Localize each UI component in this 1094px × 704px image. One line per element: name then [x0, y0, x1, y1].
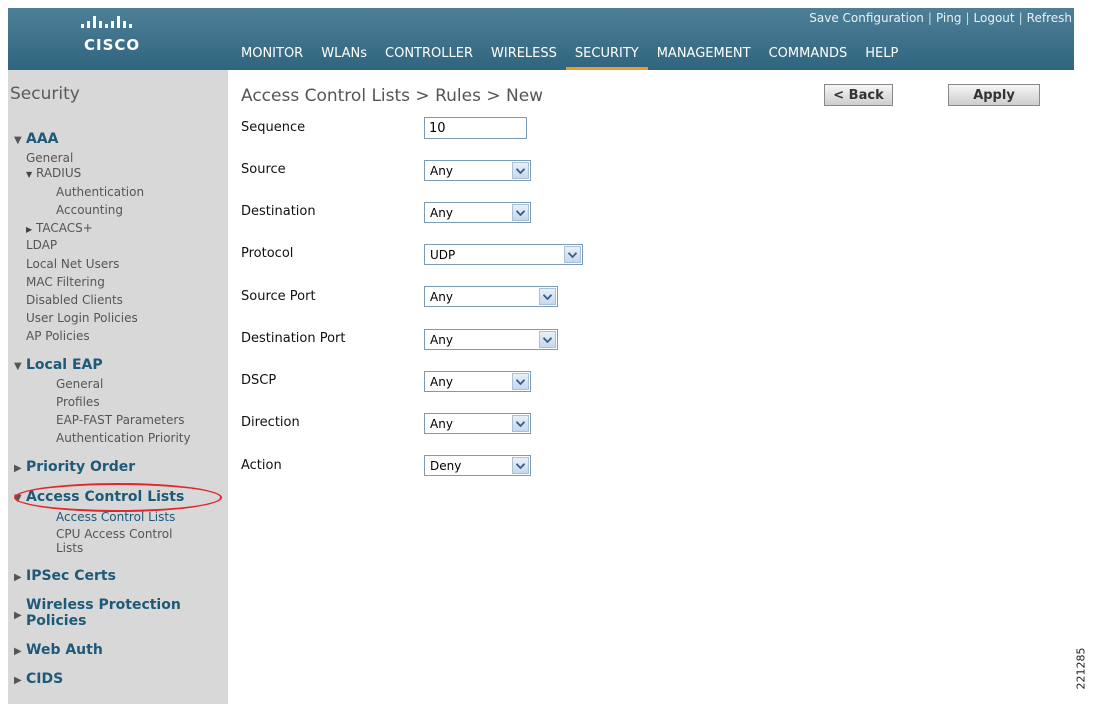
dropdown-arrow-icon	[512, 373, 529, 390]
sidebar-section-aaa[interactable]: ▼ AAA	[14, 131, 59, 147]
direction-select[interactable]: Any	[424, 413, 531, 434]
dropdown-arrow-icon	[512, 415, 529, 432]
sidebar-item-mac-filtering[interactable]: MAC Filtering	[26, 275, 105, 289]
utility-links: Save Configuration | Ping | Logout | Refresh	[809, 11, 1072, 25]
sidebar-item-eap-general[interactable]: General	[56, 377, 103, 391]
back-button[interactable]: < Back	[824, 84, 893, 106]
sidebar-section-web-auth[interactable]: ▶ Web Auth	[14, 642, 103, 658]
action-label: Action	[241, 458, 282, 473]
nav-wlans[interactable]: WLANs	[312, 44, 376, 70]
expanded-arrow-icon: ▼	[26, 170, 33, 179]
direction-label: Direction	[241, 415, 300, 430]
nav-help[interactable]: HELP	[856, 44, 907, 70]
source-label: Source	[241, 162, 286, 177]
collapsed-arrow-icon: ▶	[14, 572, 22, 583]
main-content: Access Control Lists > Rules > New < Bac…	[228, 70, 1074, 704]
dropdown-arrow-icon	[512, 204, 529, 221]
refresh-link[interactable]: Refresh	[1027, 11, 1072, 25]
collapsed-arrow-icon: ▶	[26, 225, 33, 234]
sidebar-item-ldap[interactable]: LDAP	[26, 238, 57, 252]
save-configuration-link[interactable]: Save Configuration	[809, 11, 924, 25]
main-nav: MONITOR WLANs CONTROLLER WIRELESS SECURI…	[232, 44, 907, 70]
logout-link[interactable]: Logout	[974, 11, 1015, 25]
figure-number: 221285	[1074, 647, 1088, 690]
destination-port-select[interactable]: Any	[424, 329, 558, 350]
source-port-label: Source Port	[241, 289, 316, 304]
sidebar-section-access-control-lists[interactable]: ▼ Access Control Lists	[14, 489, 184, 505]
sequence-input[interactable]	[424, 117, 527, 139]
sidebar: Security ▼ AAA General ▼ RADIUS Authentica…	[8, 70, 228, 704]
dropdown-arrow-icon	[539, 331, 556, 348]
dscp-select[interactable]: Any	[424, 371, 531, 392]
sidebar-item-radius-authentication[interactable]: Authentication	[56, 185, 144, 199]
nav-wireless[interactable]: WIRELESS	[482, 44, 566, 70]
destination-select[interactable]: Any	[424, 202, 531, 223]
sidebar-item-cpu-access-control-lists[interactable]: CPU Access Control Lists	[56, 527, 172, 555]
cisco-logo: CISCO	[8, 8, 228, 70]
dropdown-arrow-icon	[512, 457, 529, 474]
collapsed-arrow-icon: ▶	[14, 646, 22, 657]
destination-label: Destination	[241, 204, 316, 219]
sidebar-item-authentication-priority[interactable]: Authentication Priority	[56, 431, 191, 445]
sidebar-item-radius[interactable]: ▼ RADIUS	[26, 166, 81, 182]
collapsed-arrow-icon: ▶	[14, 610, 22, 621]
dropdown-arrow-icon	[539, 288, 556, 305]
expanded-arrow-icon: ▼	[14, 493, 22, 504]
sidebar-section-priority-order[interactable]: ▶ Priority Order	[14, 459, 135, 475]
sequence-label: Sequence	[241, 120, 306, 135]
protocol-label: Protocol	[241, 246, 294, 261]
nav-security[interactable]: SECURITY	[565, 44, 648, 70]
sidebar-item-ap-policies[interactable]: AP Policies	[26, 329, 90, 343]
dropdown-arrow-icon	[564, 246, 581, 263]
sidebar-item-disabled-clients[interactable]: Disabled Clients	[26, 293, 123, 307]
protocol-select[interactable]: UDP	[424, 244, 583, 265]
collapsed-arrow-icon: ▶	[14, 675, 22, 686]
expanded-arrow-icon: ▼	[14, 135, 22, 146]
page-title: Access Control Lists > Rules > New	[241, 86, 544, 106]
apply-button[interactable]: Apply	[948, 84, 1040, 106]
action-select[interactable]: Deny	[424, 455, 531, 476]
top-header: CISCO Save Configuration | Ping | Logout | Ref…	[8, 8, 1074, 70]
nav-monitor[interactable]: MONITOR	[232, 44, 312, 70]
sidebar-item-user-login-policies[interactable]: User Login Policies	[26, 311, 138, 325]
collapsed-arrow-icon: ▶	[14, 463, 22, 474]
sidebar-title: Security	[10, 84, 80, 104]
ping-link[interactable]: Ping	[936, 11, 962, 25]
sidebar-item-local-net-users[interactable]: Local Net Users	[26, 257, 119, 271]
sidebar-section-ipsec-certs[interactable]: ▶ IPSec Certs	[14, 568, 116, 584]
expanded-arrow-icon: ▼	[14, 361, 22, 372]
dscp-label: DSCP	[241, 373, 277, 388]
sidebar-item-eap-fast-parameters[interactable]: EAP-FAST Parameters	[56, 413, 185, 427]
sidebar-item-radius-accounting[interactable]: Accounting	[56, 203, 123, 217]
destination-port-label: Destination Port	[241, 331, 346, 346]
sidebar-section-wireless-protection-policies[interactable]: ▶ Wireless Protection Policies	[14, 597, 181, 629]
cisco-logo-text: CISCO	[84, 36, 141, 54]
source-port-select[interactable]: Any	[424, 286, 558, 307]
dropdown-arrow-icon	[512, 162, 529, 179]
sidebar-item-aaa-general[interactable]: General	[26, 151, 73, 165]
nav-controller[interactable]: CONTROLLER	[376, 44, 482, 70]
nav-commands[interactable]: COMMANDS	[760, 44, 857, 70]
sidebar-item-tacacs[interactable]: ▶ TACACS+	[26, 221, 93, 237]
sidebar-item-eap-profiles[interactable]: Profiles	[56, 395, 100, 409]
source-select[interactable]: Any	[424, 160, 531, 181]
nav-management[interactable]: MANAGEMENT	[648, 44, 760, 70]
sidebar-section-local-eap[interactable]: ▼ Local EAP	[14, 357, 103, 373]
sidebar-item-access-control-lists[interactable]: Access Control Lists	[56, 510, 175, 524]
sidebar-section-cids[interactable]: ▶ CIDS	[14, 671, 63, 687]
